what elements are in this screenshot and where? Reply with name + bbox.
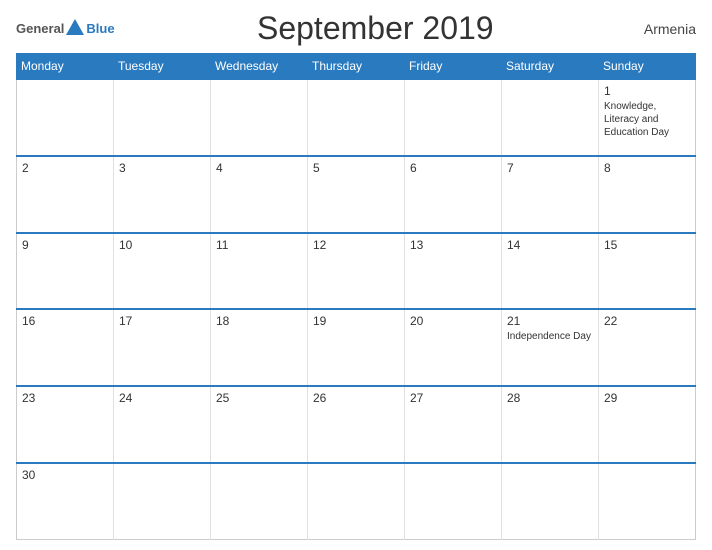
calendar-cell: 29 [599,386,696,463]
calendar-cell [211,463,308,540]
day-number: 24 [119,391,205,405]
calendar-week-row: 30 [17,463,696,540]
calendar-cell: 20 [405,309,502,386]
calendar-cell: 24 [114,386,211,463]
calendar-cell: 18 [211,309,308,386]
day-number: 21 [507,314,593,328]
day-number: 18 [216,314,302,328]
day-number: 22 [604,314,690,328]
calendar-cell: 17 [114,309,211,386]
calendar-cell [405,463,502,540]
day-number: 13 [410,238,496,252]
day-number: 9 [22,238,108,252]
logo-general-text: General [16,21,64,36]
calendar-cell: 1 Knowledge, Literacy and Education Day [599,79,696,156]
calendar-cell: 26 [308,386,405,463]
calendar-cell: 19 [308,309,405,386]
calendar-cell: 5 [308,156,405,233]
header-monday: Monday [17,54,114,80]
calendar-table: Monday Tuesday Wednesday Thursday Friday… [16,53,696,540]
logo-triangle-icon [66,19,84,35]
day-number: 8 [604,161,690,175]
calendar-cell: 8 [599,156,696,233]
day-number: 6 [410,161,496,175]
calendar-cell: 13 [405,233,502,310]
day-number: 4 [216,161,302,175]
calendar-cell: 3 [114,156,211,233]
calendar-cell [599,463,696,540]
calendar-week-row: 2345678 [17,156,696,233]
day-number: 20 [410,314,496,328]
calendar-week-row: 9 10 11 12 13 14 15 [17,233,696,310]
calendar-cell [114,463,211,540]
calendar-week-row: 1 Knowledge, Literacy and Education Day [17,79,696,156]
day-number: 1 [604,84,690,98]
day-number: 30 [22,468,108,482]
calendar-cell: 23 [17,386,114,463]
header-wednesday: Wednesday [211,54,308,80]
day-number: 28 [507,391,593,405]
calendar-cell: 10 [114,233,211,310]
calendar-cell: 4 [211,156,308,233]
days-header-row: Monday Tuesday Wednesday Thursday Friday… [17,54,696,80]
day-number: 25 [216,391,302,405]
day-number: 14 [507,238,593,252]
calendar-cell [308,463,405,540]
holiday-label: Independence Day [507,330,593,343]
day-number: 3 [119,161,205,175]
day-number: 12 [313,238,399,252]
calendar-cell: 22 [599,309,696,386]
day-number: 23 [22,391,108,405]
calendar-cell: 30 [17,463,114,540]
header-tuesday: Tuesday [114,54,211,80]
header: General Blue September 2019 Armenia [16,10,696,47]
calendar-cell: 11 [211,233,308,310]
header-friday: Friday [405,54,502,80]
calendar-cell [308,79,405,156]
day-number: 5 [313,161,399,175]
calendar-title: September 2019 [115,10,636,47]
logo: General Blue [16,19,115,38]
calendar-cell: 21 Independence Day [502,309,599,386]
calendar-cell: 14 [502,233,599,310]
calendar-cell: 15 [599,233,696,310]
day-number: 29 [604,391,690,405]
logo-blue-text: Blue [86,21,114,36]
calendar-cell [114,79,211,156]
calendar-cell: 16 [17,309,114,386]
country-name: Armenia [636,21,696,37]
calendar-cell: 7 [502,156,599,233]
day-number: 2 [22,161,108,175]
day-number: 16 [22,314,108,328]
day-number: 7 [507,161,593,175]
calendar-cell: 28 [502,386,599,463]
header-sunday: Sunday [599,54,696,80]
calendar-cell: 12 [308,233,405,310]
calendar-week-row: 23 24 25 26 27 28 29 [17,386,696,463]
calendar-cell [502,79,599,156]
calendar-cell [405,79,502,156]
calendar-week-row: 16 17 18 19 20 21 Independence Day 22 [17,309,696,386]
day-number: 17 [119,314,205,328]
calendar-cell [211,79,308,156]
calendar-cell: 6 [405,156,502,233]
day-number: 11 [216,238,302,252]
day-number: 19 [313,314,399,328]
day-number: 15 [604,238,690,252]
calendar-cell [17,79,114,156]
calendar-page: General Blue September 2019 Armenia Mond… [0,0,712,550]
header-thursday: Thursday [308,54,405,80]
calendar-cell [502,463,599,540]
day-number: 10 [119,238,205,252]
header-saturday: Saturday [502,54,599,80]
day-number: 26 [313,391,399,405]
calendar-cell: 9 [17,233,114,310]
calendar-cell: 2 [17,156,114,233]
day-number: 27 [410,391,496,405]
calendar-cell: 27 [405,386,502,463]
holiday-label: Knowledge, Literacy and Education Day [604,100,690,139]
calendar-cell: 25 [211,386,308,463]
